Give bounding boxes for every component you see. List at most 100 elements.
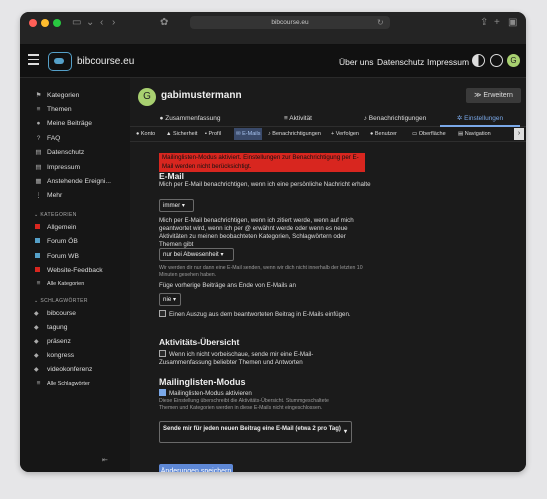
- hamburger-menu-icon[interactable]: [28, 54, 39, 65]
- paw-icon[interactable]: ✿: [160, 16, 168, 30]
- sidebar-all-tags[interactable]: ≡ Alle Schlagwörter: [34, 378, 90, 390]
- back-icon[interactable]: ‹: [100, 16, 103, 30]
- sidebar-item-label: tagung: [47, 324, 68, 331]
- sidebar-item-imprint[interactable]: ▤ Impressum: [34, 162, 80, 174]
- save-changes-button[interactable]: Änderungen speichern: [159, 464, 233, 472]
- subtab-profile[interactable]: ▪ Profil: [205, 128, 221, 140]
- tag-icon: ◆: [34, 367, 39, 373]
- share-icon[interactable]: ⇪: [480, 16, 488, 30]
- subtab-label: Verfolgen: [335, 131, 359, 137]
- sidebar-item-label: Website-Feedback: [47, 267, 103, 274]
- pm-notification-select[interactable]: immer ▾: [159, 199, 194, 212]
- site-logo[interactable]: [48, 52, 72, 71]
- zoom-window-button[interactable]: [53, 19, 61, 27]
- site-name[interactable]: bibcourse.eu: [77, 56, 134, 67]
- reload-icon[interactable]: ↻: [377, 16, 384, 30]
- previous-posts-select[interactable]: nie ▾: [159, 293, 181, 306]
- list-icon: ≡: [36, 280, 41, 287]
- sidebar-heading: SCHLAGWÖRTER: [40, 298, 88, 304]
- expand-profile-button[interactable]: ≫ Erweitern: [466, 88, 521, 103]
- sidebar-toggle-icon[interactable]: ▭: [72, 16, 81, 30]
- subtab-navigation[interactable]: ▤ Navigation: [458, 128, 491, 140]
- nav-link-imprint[interactable]: Impressum: [427, 57, 469, 67]
- sidebar-category-website-feedback[interactable]: Website-Feedback: [34, 265, 103, 277]
- sidebar-item-label: Anstehende Ereigni...: [47, 178, 111, 185]
- address-bar[interactable]: bibcourse.eu: [190, 16, 390, 29]
- user-avatar[interactable]: G: [507, 54, 520, 67]
- sidebar-all-categories[interactable]: ≡ Alle Kategorien: [34, 278, 85, 290]
- tab-overview-icon[interactable]: ▣: [508, 16, 517, 30]
- sidebar-item-categories[interactable]: ⚑ Kategorien: [34, 90, 80, 102]
- subtab-label: Navigation: [464, 131, 491, 137]
- sidebar-item-privacy[interactable]: ▤ Datenschutz: [34, 147, 84, 159]
- sidebar: ⚑ Kategorien ≡ Themen ● Meine Beiträge ? FAQ…: [20, 78, 130, 472]
- tag-icon: ◆: [34, 339, 39, 345]
- subtab-security[interactable]: ▲ Sicherheit: [166, 128, 197, 140]
- category-color-swatch: [35, 267, 40, 272]
- tab-label: Zusammenfassung: [165, 115, 221, 122]
- sidebar-category-forum-ob[interactable]: Forum ÖB: [34, 236, 78, 248]
- sidebar-category-forum-wb[interactable]: Forum WB: [34, 251, 79, 263]
- sidebar-item-topics[interactable]: ≡ Themen: [34, 104, 72, 116]
- sidebar-section-categories[interactable]: ⌄ KATEGORIEN: [34, 210, 77, 220]
- checkbox-label: Einen Auszug aus dem beantworteten Beitr…: [169, 311, 351, 318]
- nav-link-about[interactable]: Über uns: [339, 57, 374, 67]
- theme-toggle-icon[interactable]: [472, 54, 485, 67]
- calendar-icon: ▦: [35, 178, 42, 185]
- subtab-divider: [130, 141, 526, 142]
- chevron-down-icon[interactable]: ⌄: [86, 16, 94, 30]
- subtab-label: Benutzer: [374, 131, 397, 137]
- subtab-account[interactable]: ● Konto: [136, 128, 155, 140]
- pm-notification-label: Mich per E-Mail benachrichtigen, wenn ic…: [159, 181, 371, 188]
- subtab-label: Profil: [208, 131, 222, 137]
- sidebar-tag-praesenz[interactable]: ◆ präsenz: [34, 336, 71, 348]
- search-icon[interactable]: [490, 54, 503, 67]
- mailing-frequency-select[interactable]: Sende mir für jeden neuen Beitrag eine E…: [159, 421, 352, 443]
- tab-settings[interactable]: ✲ Einstellungen: [440, 113, 520, 125]
- mailing-list-checkbox[interactable]: Mailinglisten-Modus aktivieren: [159, 389, 252, 398]
- sidebar-section-tags[interactable]: ⌄ SCHLAGWÖRTER: [34, 296, 88, 306]
- tab-activity[interactable]: ≡ Aktivität: [258, 113, 338, 125]
- subtab-follow[interactable]: + Verfolgen: [331, 128, 359, 140]
- tag-icon: ◆: [34, 353, 39, 359]
- nav-link-privacy[interactable]: Datenschutz: [377, 57, 424, 67]
- tab-notifications[interactable]: ♪ Benachrichtigungen: [350, 113, 440, 125]
- navigation-icon: ▤: [458, 131, 465, 137]
- tags-icon: ⚑: [35, 92, 42, 99]
- tab-summary[interactable]: ● Zusammenfassung: [150, 113, 230, 125]
- sidebar-item-label: Themen: [47, 106, 72, 113]
- sidebar-item-events[interactable]: ▦ Anstehende Ereigni...: [34, 176, 111, 188]
- sidebar-category-allgemein[interactable]: Allgemein: [34, 222, 76, 234]
- subtab-emails[interactable]: ✉ E-Mails: [234, 128, 263, 140]
- new-tab-icon[interactable]: +: [494, 16, 500, 30]
- subtab-interface[interactable]: ▭ Oberfläche: [412, 128, 446, 140]
- subtab-notifications[interactable]: ♪ Benachrichtigungen: [268, 128, 321, 140]
- sidebar-tag-videokonferenz[interactable]: ◆ videokonferenz: [34, 364, 92, 376]
- subtab-label: E-Mails: [242, 131, 261, 137]
- digest-checkbox[interactable]: Wenn ich nicht vorbeischaue, sende mir e…: [159, 350, 359, 367]
- collapse-sidebar-icon[interactable]: ⇤: [102, 456, 108, 464]
- chevron-right-icon[interactable]: ›: [514, 128, 524, 140]
- sidebar-tag-tagung[interactable]: ◆ tagung: [34, 322, 67, 334]
- subtab-users[interactable]: ● Benutzer: [370, 128, 397, 140]
- sidebar-item-label: kongress: [47, 352, 75, 359]
- profile-avatar: G: [138, 88, 156, 106]
- sidebar-item-label: Kategorien: [47, 92, 80, 99]
- forward-icon[interactable]: ›: [112, 16, 115, 30]
- sidebar-item-more[interactable]: ⋮ Mehr: [34, 190, 62, 202]
- sidebar-tag-bibcourse[interactable]: ◆ bibcourse: [34, 308, 76, 320]
- sidebar-item-label: FAQ: [47, 135, 61, 142]
- activity-section-heading: Aktivitäts-Übersicht: [159, 337, 240, 347]
- sidebar-tag-kongress[interactable]: ◆ kongress: [34, 350, 74, 362]
- subtab-label: Konto: [140, 131, 156, 137]
- mention-notification-label: Mich per E-Mail benachrichtigen, wenn ic…: [159, 217, 354, 248]
- sidebar-item-my-posts[interactable]: ● Meine Beiträge: [34, 118, 92, 130]
- excerpt-checkbox[interactable]: Einen Auszug aus dem beantworteten Beitr…: [159, 310, 359, 319]
- mention-notification-select[interactable]: nur bei Abwesenheit ▾: [159, 248, 234, 261]
- sidebar-item-label: Mehr: [47, 192, 63, 199]
- sidebar-item-label: Meine Beiträge: [47, 120, 92, 127]
- mailing-list-alert: Mailinglisten-Modus aktiviert. Einstellu…: [159, 153, 365, 172]
- minimize-window-button[interactable]: [41, 19, 49, 27]
- close-window-button[interactable]: [29, 19, 37, 27]
- sidebar-item-faq[interactable]: ? FAQ: [34, 133, 61, 145]
